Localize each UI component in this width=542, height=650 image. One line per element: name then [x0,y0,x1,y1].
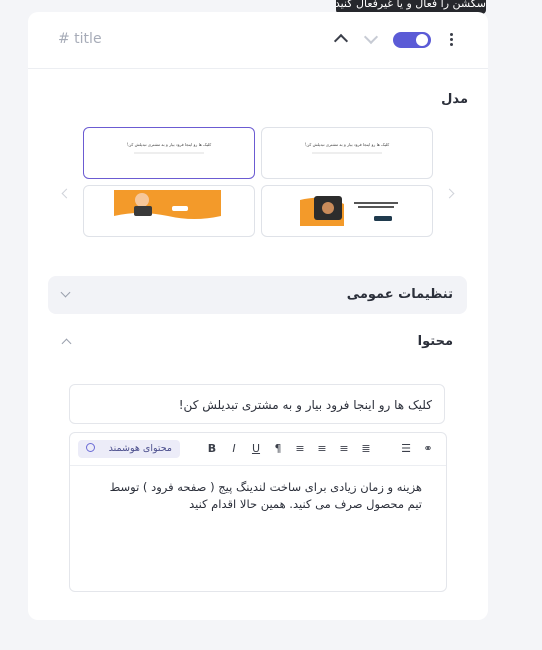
align-center-icon[interactable]: ≡ [315,442,329,456]
bold-icon[interactable]: B [205,442,219,456]
thumbnail-line [134,152,204,154]
model-thumbnail-3[interactable] [83,185,255,237]
carousel-next-icon[interactable] [444,188,455,199]
editor-body-text[interactable]: هزینه و زمان زیادی برای ساخت لندینگ پیج … [102,479,422,513]
align-justify-icon[interactable]: ≣ [359,442,373,456]
thumbnail-text: کلیک ها رو اینجا فرود بیار و به مشتری تب… [126,142,212,147]
underline-icon[interactable]: U [249,442,263,456]
align-right-icon[interactable]: ≡ [337,442,351,456]
section-settings-panel: # title مدل کلیک ها رو اینجا فرود بیار و… [28,12,488,620]
general-settings-label: تنظیمات عمومی [346,287,453,302]
smart-content-button[interactable]: محتوای هوشمند [78,440,180,458]
editor-toolbar: محتوای هوشمند B I U ¶ ≡ ≡ ≡ ≣ ☰ ⚭ [70,433,446,466]
italic-icon[interactable]: I [227,442,241,456]
thumbnail-line [312,152,382,154]
content-title-input[interactable]: کلیک ها رو اینجا فرود بیار و به مشتری تب… [69,384,445,424]
rich-text-editor[interactable]: محتوای هوشمند B I U ¶ ≡ ≡ ≡ ≣ ☰ ⚭ هزینه … [69,432,447,592]
model-label: مدل [441,92,468,107]
toggle-knob [416,34,428,46]
general-settings-accordion[interactable]: تنظیمات عمومی [48,276,467,314]
align-left-icon[interactable]: ≡ [293,442,307,456]
orange-banner-graphic [114,190,221,219]
list-icon[interactable]: ☰ [399,442,413,456]
model-thumbnail-2[interactable]: کلیک ها رو اینجا فرود بیار و به مشتری تب… [261,127,433,179]
model-thumbnail-4[interactable] [261,185,433,237]
thumbnail-text: کلیک ها رو اینجا فرود بیار و به مشتری تب… [304,142,390,147]
move-down-icon[interactable] [363,29,379,45]
chevron-up-icon[interactable] [61,338,72,349]
smart-content-label: محتوای هوشمند [108,443,172,454]
content-label: محتوا [417,334,453,349]
ai-sparkle-icon [86,443,95,452]
link-icon[interactable]: ⚭ [421,442,435,456]
section-title: # title [58,31,102,47]
more-options-icon[interactable] [450,33,454,48]
panel-header: # title [28,12,488,69]
section-enable-toggle[interactable] [393,32,431,48]
model-thumbnail-1[interactable]: کلیک ها رو اینجا فرود بیار و به مشتری تب… [83,127,255,179]
product-banner-graphic [300,196,398,226]
carousel-prev-icon[interactable] [61,188,72,199]
chevron-down-icon [60,287,71,298]
paragraph-icon[interactable]: ¶ [271,442,285,456]
move-up-icon[interactable] [333,33,349,49]
